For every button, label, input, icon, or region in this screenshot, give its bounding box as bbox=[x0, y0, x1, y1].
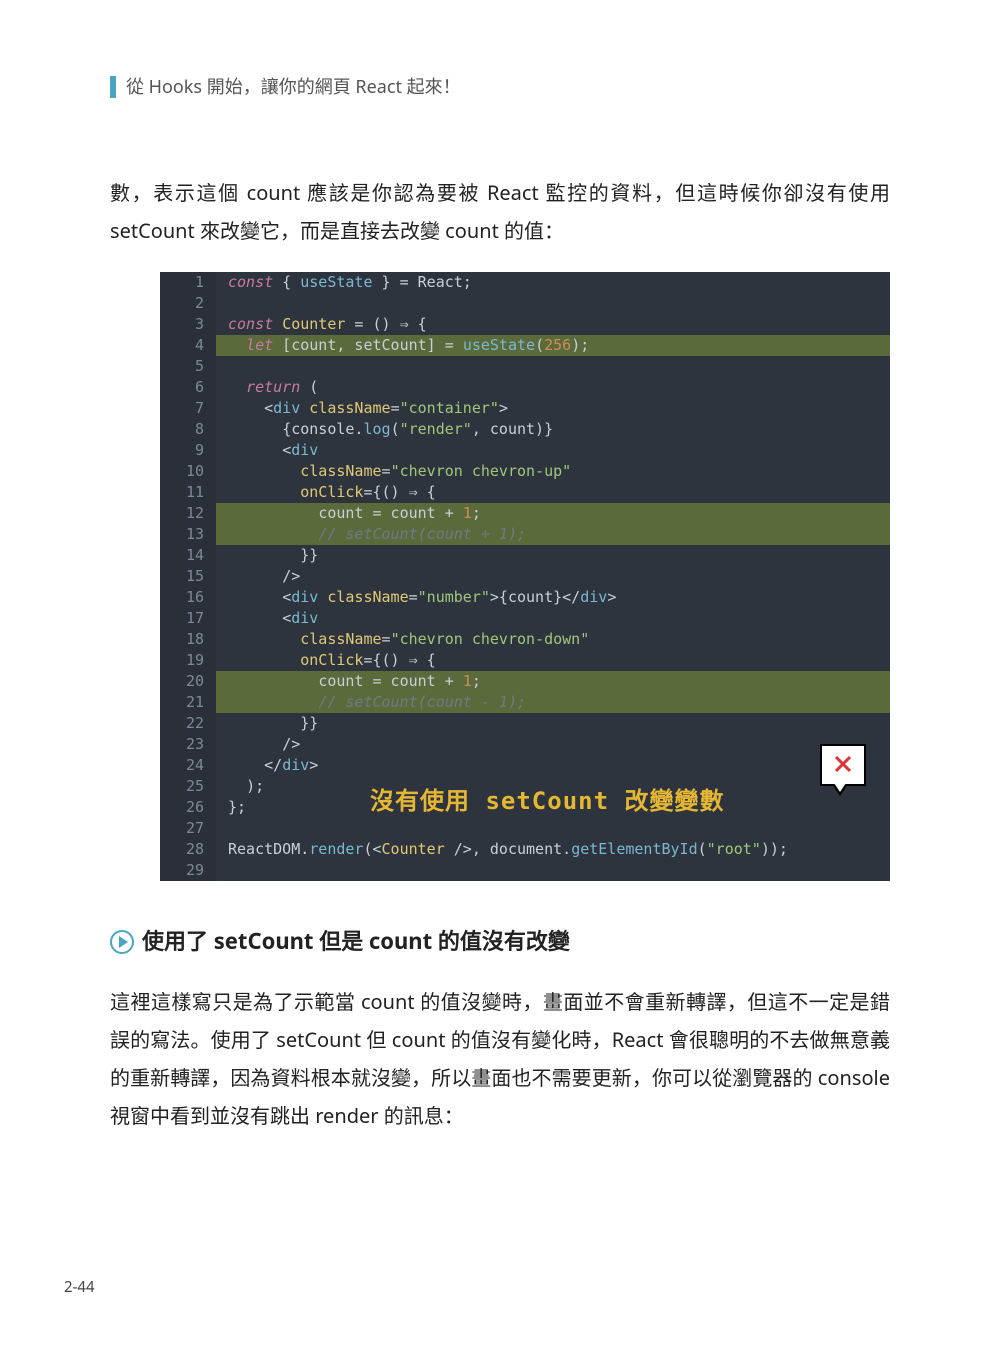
code-line: 4 let [count, setCount] = useState(256); bbox=[160, 335, 890, 356]
page-number: 2-44 bbox=[64, 1273, 95, 1302]
code-line: 15 /> bbox=[160, 566, 890, 587]
code-content: </div> bbox=[216, 755, 318, 776]
code-line: 18 className="chevron chevron-down" bbox=[160, 629, 890, 650]
code-content: ReactDOM.render(<Counter />, document.ge… bbox=[216, 839, 788, 860]
code-content: onClick={() ⇒ { bbox=[216, 650, 436, 671]
line-number: 18 bbox=[160, 629, 216, 650]
line-number: 2 bbox=[160, 293, 216, 314]
code-content: <div bbox=[216, 440, 318, 461]
code-content: {console.log("render", count)} bbox=[216, 419, 553, 440]
code-content: ); bbox=[216, 776, 264, 797]
code-content: const { useState } = React; bbox=[216, 272, 472, 293]
running-head: 從 Hooks 開始，讓你的網頁 React 起來！ bbox=[110, 70, 890, 104]
line-number: 14 bbox=[160, 545, 216, 566]
code-content bbox=[216, 818, 237, 839]
code-line: 7 <div className="container"> bbox=[160, 398, 890, 419]
code-content bbox=[216, 860, 237, 881]
running-head-accent bbox=[110, 76, 116, 98]
code-content: onClick={() ⇒ { bbox=[216, 482, 436, 503]
code-line: 9 <div bbox=[160, 440, 890, 461]
body-paragraph: 這裡這樣寫只是為了示範當 count 的值沒變時，畫面並不會重新轉譯，但這不一定… bbox=[110, 983, 890, 1135]
code-content: className="chevron chevron-down" bbox=[216, 629, 589, 650]
line-number: 3 bbox=[160, 314, 216, 335]
code-line: 23 /> bbox=[160, 734, 890, 755]
code-content: }} bbox=[216, 545, 318, 566]
code-line: 2 bbox=[160, 293, 890, 314]
line-number: 19 bbox=[160, 650, 216, 671]
code-line: 19 onClick={() ⇒ { bbox=[160, 650, 890, 671]
code-content: return ( bbox=[216, 377, 318, 398]
line-number: 1 bbox=[160, 272, 216, 293]
line-number: 17 bbox=[160, 608, 216, 629]
code-content: <div bbox=[216, 608, 318, 629]
code-content: count = count + 1; bbox=[216, 671, 481, 692]
line-number: 8 bbox=[160, 419, 216, 440]
line-number: 28 bbox=[160, 839, 216, 860]
code-content: // setCount(count - 1); bbox=[216, 692, 526, 713]
line-number: 10 bbox=[160, 461, 216, 482]
code-line: 28ReactDOM.render(<Counter />, document.… bbox=[160, 839, 890, 860]
code-content bbox=[216, 356, 237, 377]
running-head-text: 從 Hooks 開始，讓你的網頁 React 起來！ bbox=[126, 70, 461, 104]
line-number: 22 bbox=[160, 713, 216, 734]
intro-paragraph: 數，表示這個 count 應該是你認為要被 React 監控的資料，但這時候你卻… bbox=[110, 174, 890, 250]
play-icon bbox=[110, 930, 134, 954]
code-line: 17 <div bbox=[160, 608, 890, 629]
code-example: 1const { useState } = React;2 3const Cou… bbox=[160, 272, 890, 881]
line-number: 29 bbox=[160, 860, 216, 881]
code-line: 24 </div> bbox=[160, 755, 890, 776]
line-number: 20 bbox=[160, 671, 216, 692]
line-number: 15 bbox=[160, 566, 216, 587]
code-line: 29 bbox=[160, 860, 890, 881]
code-line: 13 // setCount(count + 1); bbox=[160, 524, 890, 545]
code-line: 14 }} bbox=[160, 545, 890, 566]
line-number: 23 bbox=[160, 734, 216, 755]
code-content: let [count, setCount] = useState(256); bbox=[216, 335, 589, 356]
code-content: }; bbox=[216, 797, 246, 818]
line-number: 9 bbox=[160, 440, 216, 461]
section-heading: 使用了 setCount 但是 count 的值沒有改變 bbox=[110, 921, 890, 963]
code-line: 5 bbox=[160, 356, 890, 377]
line-number: 24 bbox=[160, 755, 216, 776]
section-title: 使用了 setCount 但是 count 的值沒有改變 bbox=[142, 921, 570, 963]
code-line: 10 className="chevron chevron-up" bbox=[160, 461, 890, 482]
code-line: 22 }} bbox=[160, 713, 890, 734]
line-number: 7 bbox=[160, 398, 216, 419]
code-content: // setCount(count + 1); bbox=[216, 524, 526, 545]
code-line: 27 bbox=[160, 818, 890, 839]
error-icon bbox=[820, 744, 866, 786]
line-number: 27 bbox=[160, 818, 216, 839]
code-line: 3const Counter = () ⇒ { bbox=[160, 314, 890, 335]
code-line: 6 return ( bbox=[160, 377, 890, 398]
code-content: }} bbox=[216, 713, 318, 734]
line-number: 26 bbox=[160, 797, 216, 818]
code-content: const Counter = () ⇒ { bbox=[216, 314, 427, 335]
code-content: <div className="number">{count}</div> bbox=[216, 587, 616, 608]
code-line: 16 <div className="number">{count}</div> bbox=[160, 587, 890, 608]
line-number: 25 bbox=[160, 776, 216, 797]
annotation-label: 沒有使用 setCount 改變變數 bbox=[370, 791, 725, 812]
code-content: /> bbox=[216, 734, 300, 755]
line-number: 6 bbox=[160, 377, 216, 398]
line-number: 12 bbox=[160, 503, 216, 524]
line-number: 5 bbox=[160, 356, 216, 377]
code-content: className="chevron chevron-up" bbox=[216, 461, 571, 482]
code-content: count = count + 1; bbox=[216, 503, 481, 524]
code-content: /> bbox=[216, 566, 300, 587]
code-line: 12 count = count + 1; bbox=[160, 503, 890, 524]
code-content bbox=[216, 293, 237, 314]
code-content: <div className="container"> bbox=[216, 398, 508, 419]
code-line: 21 // setCount(count - 1); bbox=[160, 692, 890, 713]
code-line: 1const { useState } = React; bbox=[160, 272, 890, 293]
line-number: 16 bbox=[160, 587, 216, 608]
code-line: 20 count = count + 1; bbox=[160, 671, 890, 692]
line-number: 21 bbox=[160, 692, 216, 713]
code-line: 8 {console.log("render", count)} bbox=[160, 419, 890, 440]
line-number: 13 bbox=[160, 524, 216, 545]
code-line: 11 onClick={() ⇒ { bbox=[160, 482, 890, 503]
line-number: 4 bbox=[160, 335, 216, 356]
line-number: 11 bbox=[160, 482, 216, 503]
